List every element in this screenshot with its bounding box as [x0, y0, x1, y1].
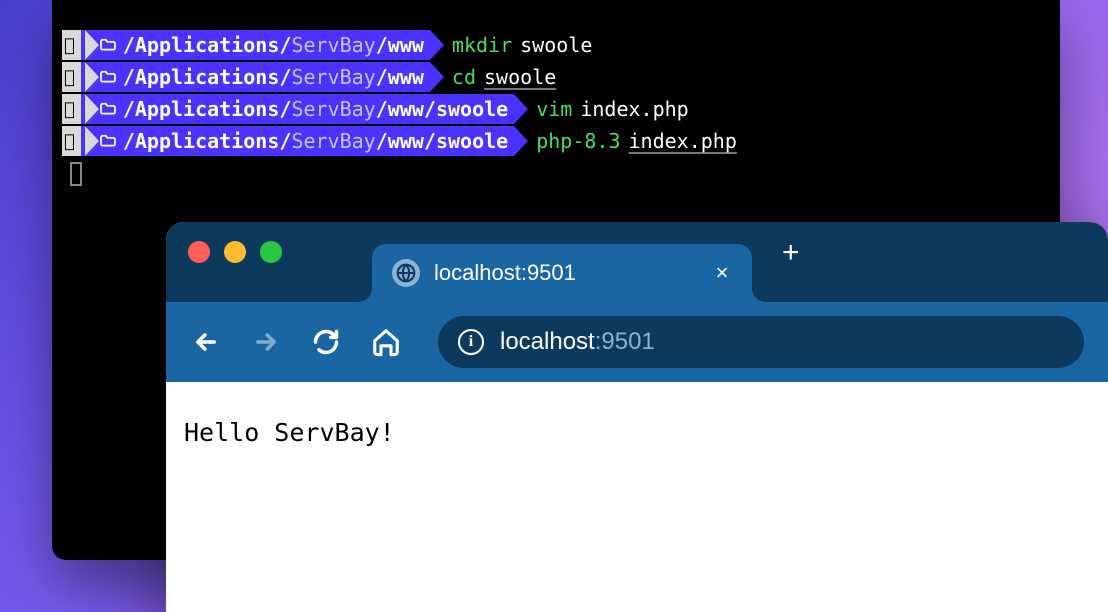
apple-badge: 	[62, 62, 81, 92]
url-text: localhost:9501	[500, 328, 655, 356]
command: cd	[452, 65, 476, 89]
apple-badge: 	[62, 94, 81, 124]
apple-badge: 	[62, 126, 81, 156]
path-text: /Applications/ServBay/www/swoole	[123, 129, 508, 153]
folder-icon	[99, 36, 117, 55]
folder-icon	[99, 100, 117, 119]
terminal-line:  /Applications/ServBay/www/swoole viminde…	[62, 94, 1050, 124]
window-controls	[188, 241, 282, 263]
tab-title: localhost:9501	[434, 260, 696, 286]
close-window-button[interactable]	[188, 241, 210, 263]
command-arg: index.php	[629, 129, 737, 153]
apple-icon: 	[64, 131, 75, 152]
command: php-8.3	[536, 129, 620, 153]
forward-button[interactable]	[250, 326, 282, 358]
new-tab-button[interactable]: +	[782, 236, 800, 270]
separator-icon	[430, 30, 444, 60]
minimize-window-button[interactable]	[224, 241, 246, 263]
separator-icon	[85, 62, 99, 92]
terminal-line:  /Applications/ServBay/www/swoole php-8.3…	[62, 126, 1050, 156]
browser-toolbar: i localhost:9501	[166, 302, 1108, 382]
reload-button[interactable]	[310, 326, 342, 358]
terminal-line:  /Applications/ServBay/www cd swoole	[62, 62, 1050, 92]
browser-tab[interactable]: localhost:9501 ×	[372, 244, 752, 302]
prompt-path: /Applications/ServBay/www/swoole	[81, 94, 514, 124]
url-port: :9501	[595, 328, 655, 355]
separator-icon	[85, 94, 99, 124]
prompt-path: /Applications/ServBay/www	[81, 30, 430, 60]
prompt-path: /Applications/ServBay/www/swoole	[81, 126, 514, 156]
path-text: /Applications/ServBay/www/swoole	[123, 97, 508, 121]
separator-icon	[85, 126, 99, 156]
folder-icon	[99, 68, 117, 87]
path-text: /Applications/ServBay/www	[123, 65, 424, 89]
command-arg: index.php	[580, 97, 688, 121]
terminal-line:  /Applications/ServBay/www mkdir swoole	[62, 30, 1050, 60]
back-button[interactable]	[190, 326, 222, 358]
command: mkdir	[452, 33, 512, 57]
command-arg: swoole	[520, 33, 592, 57]
prompt-path: /Applications/ServBay/www	[81, 62, 430, 92]
folder-icon	[99, 132, 117, 151]
address-bar[interactable]: i localhost:9501	[438, 316, 1084, 368]
separator-icon	[85, 30, 99, 60]
page-content: Hello ServBay!	[166, 382, 1108, 483]
globe-icon	[392, 259, 420, 287]
path-text: /Applications/ServBay/www	[123, 33, 424, 57]
separator-icon	[430, 62, 444, 92]
home-button[interactable]	[370, 326, 402, 358]
browser-tab-strip: localhost:9501 × +	[166, 222, 1108, 302]
browser-window: localhost:9501 × + i localhost:9501 Hell…	[166, 222, 1108, 612]
command: vim	[536, 97, 572, 121]
command-arg: swoole	[484, 65, 556, 89]
separator-icon	[514, 126, 528, 156]
apple-icon: 	[64, 67, 75, 88]
site-info-icon[interactable]: i	[458, 329, 484, 355]
apple-icon: 	[64, 35, 75, 56]
close-tab-icon[interactable]: ×	[710, 260, 734, 286]
separator-icon	[514, 94, 528, 124]
maximize-window-button[interactable]	[260, 241, 282, 263]
url-host: localhost	[500, 328, 595, 355]
apple-badge: 	[62, 30, 81, 60]
terminal-cursor	[70, 162, 82, 186]
apple-icon: 	[64, 99, 75, 120]
